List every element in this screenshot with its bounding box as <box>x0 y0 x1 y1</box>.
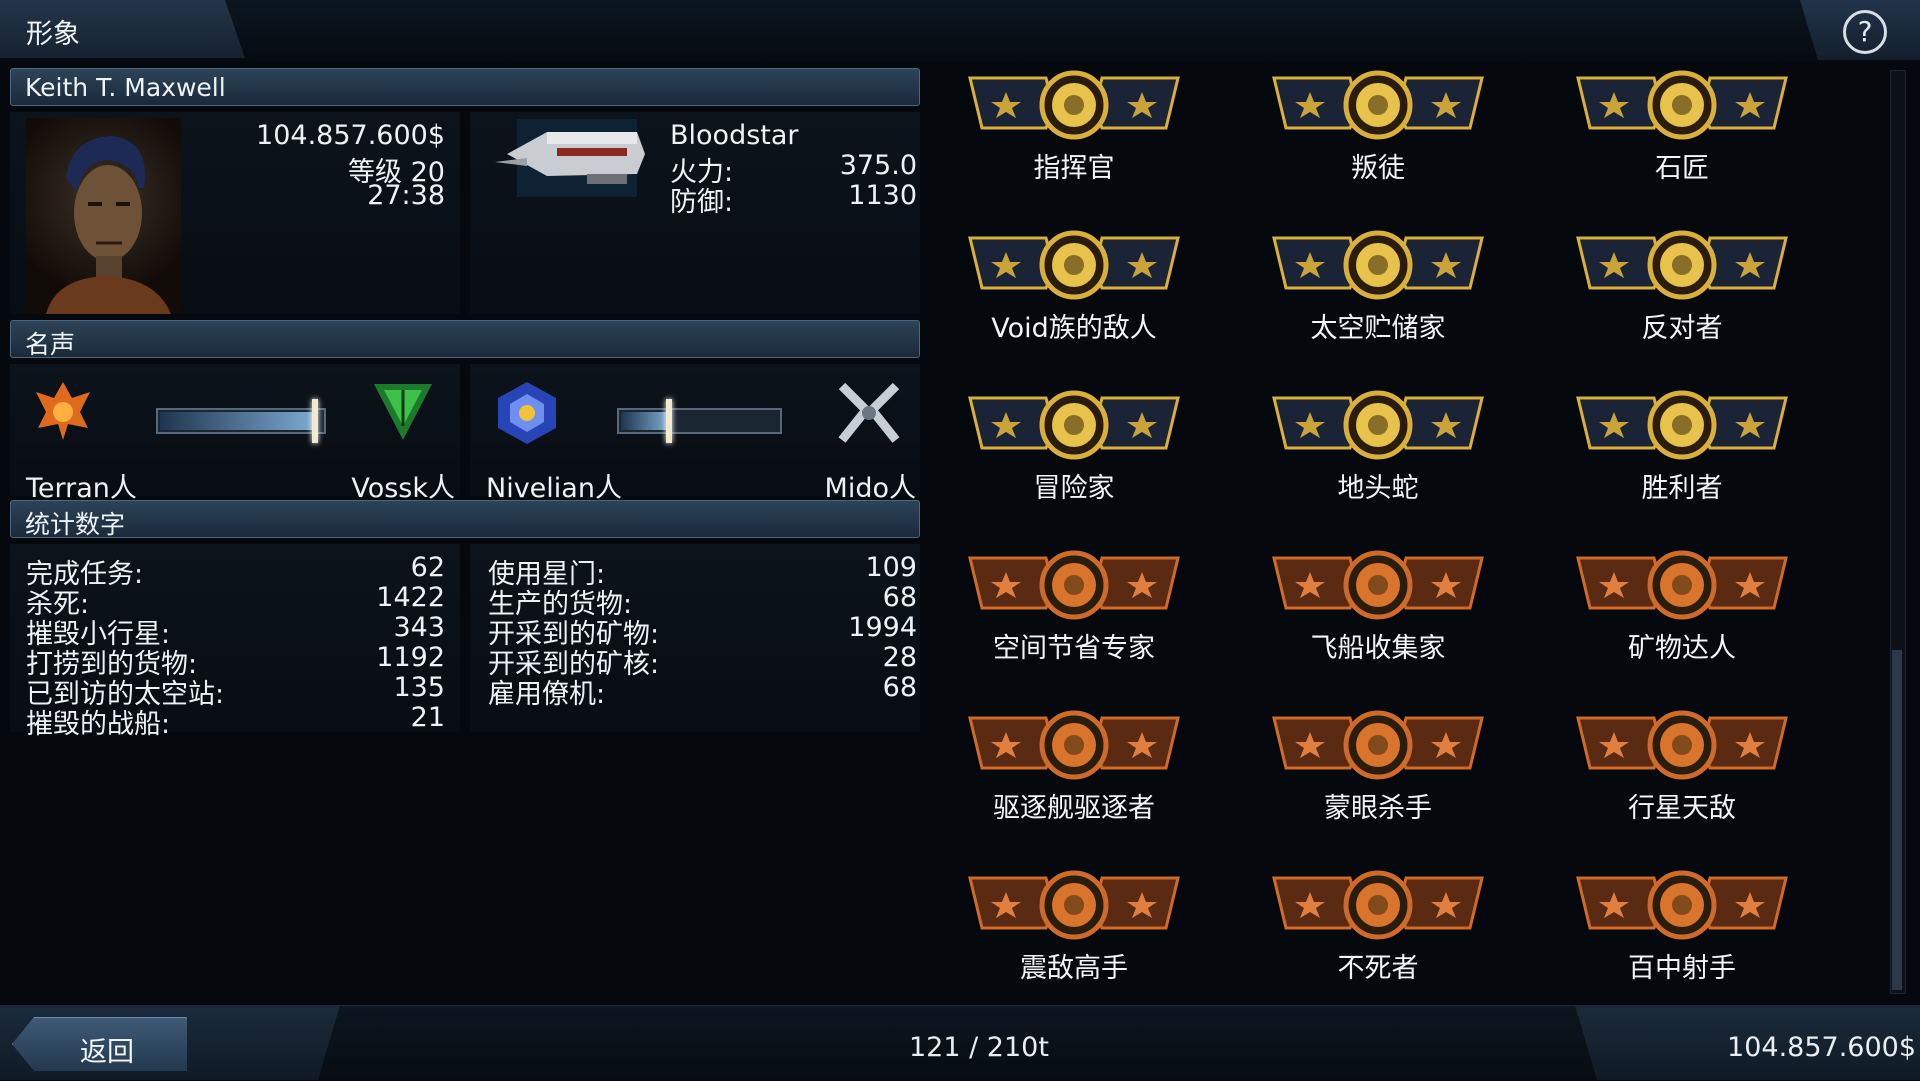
defense-label: 防御: <box>670 187 734 218</box>
back-button-label[interactable]: 返回 <box>80 1030 134 1069</box>
playtime-value: 27:38 <box>367 180 445 211</box>
achievement-label: 震敌高手 <box>1020 953 1128 984</box>
achievement-label: 地头蛇 <box>1337 473 1419 504</box>
help-icon[interactable]: ? <box>1843 10 1887 54</box>
peace-sign-icon[interactable] <box>966 230 1182 300</box>
statistics-title: 统计数字 <box>25 510 126 539</box>
reputation-fill <box>621 412 668 430</box>
reputation-header: 名声 <box>10 320 920 359</box>
mason-icon[interactable] <box>1574 70 1790 140</box>
footer-money: 104.857.600$ <box>1727 1032 1916 1063</box>
stat-value: 28 <box>882 642 917 673</box>
nivelian-emblem-icon <box>494 380 560 446</box>
terran-vossk-reputation-bar <box>156 408 326 434</box>
achievement-label: 石匠 <box>1655 153 1709 184</box>
achievement-label: 百中射手 <box>1628 953 1736 984</box>
scrollbar-thumb[interactable] <box>1892 650 1902 990</box>
stat-value: 68 <box>882 582 917 613</box>
stat-value: 1994 <box>848 612 917 643</box>
statistics-header: 统计数字 <box>10 500 920 539</box>
ship-name: Bloodstar <box>670 120 799 151</box>
stat-value: 62 <box>410 552 445 583</box>
achievement-label: 反对者 <box>1641 313 1723 344</box>
achievement-label: 矿物达人 <box>1628 633 1736 664</box>
achievement-label: 冒险家 <box>1033 473 1115 504</box>
fist-icon[interactable] <box>966 390 1182 460</box>
achievement-label: 太空贮储家 <box>1310 313 1446 344</box>
sniper-icon[interactable] <box>1574 870 1790 940</box>
eagle-icon[interactable] <box>966 710 1182 780</box>
page-title: 形象 <box>26 19 80 50</box>
achievement-label: Void族的敌人 <box>991 313 1157 344</box>
cube-icon[interactable] <box>1270 230 1486 300</box>
firepower-value: 375.0 <box>839 150 917 181</box>
cargo-capacity: 121 / 210t <box>909 1032 1049 1063</box>
trophy-icon[interactable] <box>1574 390 1790 460</box>
mido-emblem-icon <box>836 380 902 446</box>
achievement-label: 蒙眼杀手 <box>1324 793 1432 824</box>
star-badge-icon[interactable] <box>1270 390 1486 460</box>
stat-value: 1192 <box>376 642 445 673</box>
nivelian-mido-reputation-bar <box>617 408 782 434</box>
defense-value: 1130 <box>848 180 917 211</box>
achievement-label: 叛徒 <box>1351 153 1405 184</box>
shockwave-icon[interactable] <box>966 870 1182 940</box>
stat-value: 343 <box>393 612 445 643</box>
ship-icon <box>487 114 652 200</box>
achievement-label: 飞船收集家 <box>1310 633 1446 664</box>
stat-value: 21 <box>410 702 445 733</box>
stat-value: 1422 <box>376 582 445 613</box>
reputation-fill <box>160 412 314 430</box>
terran-emblem-icon <box>30 378 96 444</box>
reputation-title: 名声 <box>25 330 76 359</box>
stat-value: 135 <box>393 672 445 703</box>
commander-icon[interactable] <box>966 70 1182 140</box>
reputation-marker <box>312 399 318 443</box>
achievement-label: 不死者 <box>1337 953 1419 984</box>
mineral-icon[interactable] <box>1574 550 1790 620</box>
money-value: 104.857.600$ <box>256 120 445 151</box>
reputation-marker <box>666 399 672 443</box>
traitor-icon[interactable] <box>1270 70 1486 140</box>
tombstone-icon[interactable] <box>1270 870 1486 940</box>
stat-value: 109 <box>865 552 917 583</box>
parking-icon[interactable] <box>1270 550 1486 620</box>
stat-value: 68 <box>882 672 917 703</box>
achievement-label: 空间节省专家 <box>993 633 1155 664</box>
achievement-label: 胜利者 <box>1641 473 1723 504</box>
planet-icon[interactable] <box>1574 710 1790 780</box>
vossk-emblem-icon <box>370 378 436 444</box>
achievement-label: 指挥官 <box>1033 153 1115 184</box>
pilot-portrait-icon <box>26 118 181 314</box>
stat-label: 摧毁的战船: <box>26 709 171 740</box>
striped-ship-icon[interactable] <box>1270 710 1486 780</box>
crate-icon[interactable] <box>966 550 1182 620</box>
achievement-label: 行星天敌 <box>1628 793 1736 824</box>
achievement-label: 驱逐舰驱逐者 <box>993 793 1155 824</box>
stat-label: 雇用僚机: <box>488 679 606 710</box>
top-bar <box>0 0 1920 62</box>
player-name: Keith T. Maxwell <box>25 73 226 102</box>
profile-header: Keith T. Maxwell <box>10 68 920 106</box>
cross-icon[interactable] <box>1574 230 1790 300</box>
